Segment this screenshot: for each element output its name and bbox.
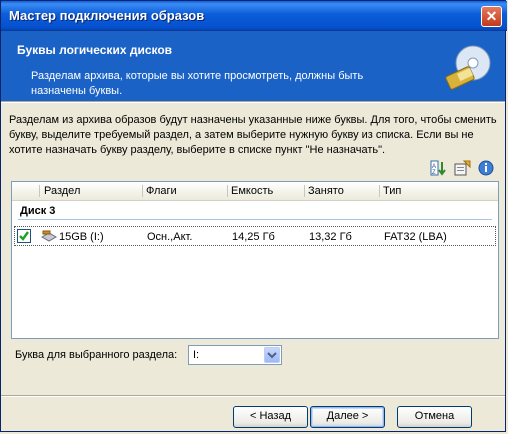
properties-icon[interactable] xyxy=(453,159,471,177)
disk-wizard-icon xyxy=(445,45,491,90)
partition-checkbox[interactable] xyxy=(17,229,31,243)
group-divider xyxy=(18,219,492,220)
disk-group-label: Диск 3 xyxy=(20,205,56,217)
partition-list[interactable]: Раздел Флаги Емкость Занято Тип Диск 3 1… xyxy=(11,181,499,339)
partition-name: 15GB (I:) xyxy=(59,231,104,243)
column-divider[interactable] xyxy=(142,185,143,197)
drive-letter-label: Буква для выбранного раздела: xyxy=(15,349,178,361)
window-title: Мастер подключения образов xyxy=(9,8,205,23)
drive-letter-select[interactable]: I: xyxy=(188,345,282,365)
instructions-text: Разделам из архива образов будут назначе… xyxy=(9,114,497,156)
partition-type: FAT32 (LBA) xyxy=(384,231,447,243)
partition-drive-icon xyxy=(41,230,57,242)
list-header: Раздел Флаги Емкость Занято Тип xyxy=(12,182,498,201)
banner-title: Буквы логических дисков xyxy=(17,43,173,57)
close-button[interactable]: ✕ xyxy=(481,6,502,27)
column-header-type[interactable]: Тип xyxy=(383,185,401,197)
sort-icon[interactable]: A Z xyxy=(429,159,447,177)
column-header-capacity[interactable]: Емкость xyxy=(231,185,273,197)
column-header-partition[interactable]: Раздел xyxy=(44,185,80,197)
column-divider[interactable] xyxy=(227,185,228,197)
table-row[interactable]: 15GB (I:) Осн.,Акт. 14,25 Гб 13,32 Гб FA… xyxy=(14,226,496,246)
column-divider[interactable] xyxy=(304,185,305,197)
partition-flags: Осн.,Акт. xyxy=(147,231,193,243)
column-header-used[interactable]: Занято xyxy=(308,185,344,197)
back-button[interactable]: < Назад xyxy=(233,406,308,428)
header-banner: Буквы логических дисков Разделам архива,… xyxy=(1,31,505,101)
checkmark-icon xyxy=(19,231,29,241)
banner-separator xyxy=(1,101,505,103)
partition-used: 13,32 Гб xyxy=(309,231,352,243)
title-bar[interactable]: Мастер подключения образов ✕ xyxy=(1,1,507,31)
chevron-down-icon[interactable] xyxy=(264,347,280,363)
column-divider[interactable] xyxy=(379,185,380,197)
banner-description: Разделам архива, которые вы хотите просм… xyxy=(31,70,364,97)
partition-capacity: 14,25 Гб xyxy=(232,231,275,243)
svg-text:Z: Z xyxy=(432,170,436,176)
column-divider[interactable] xyxy=(39,185,40,197)
cancel-button[interactable]: Отмена xyxy=(397,406,472,428)
wizard-window: Мастер подключения образов ✕ Буквы логич… xyxy=(0,0,507,432)
drive-letter-value: I: xyxy=(193,349,200,361)
footer-separator xyxy=(1,395,505,397)
column-header-flags[interactable]: Флаги xyxy=(146,185,177,197)
info-icon[interactable] xyxy=(477,159,495,177)
next-button[interactable]: Далее > xyxy=(310,406,385,428)
